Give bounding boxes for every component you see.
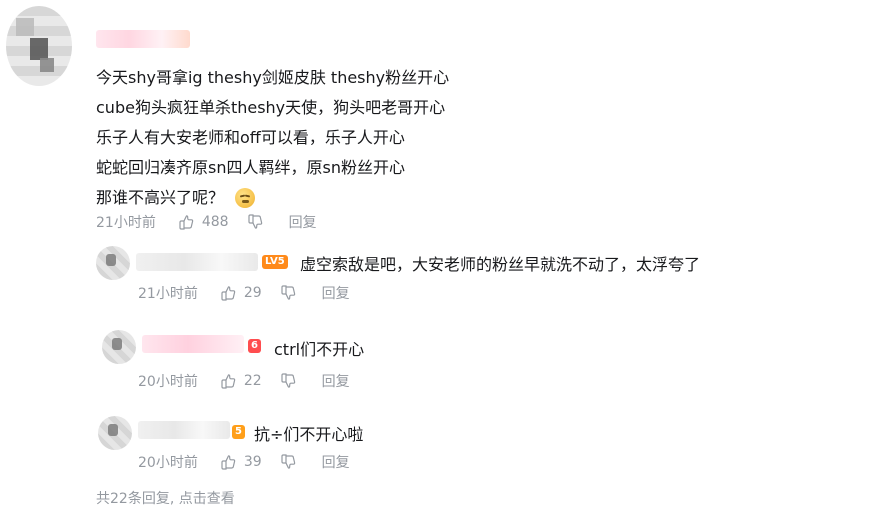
main-avatar[interactable]	[6, 6, 72, 86]
view-all-replies-link[interactable]: 共22条回复, 点击查看	[96, 488, 235, 508]
thumbs-up-icon	[179, 215, 194, 230]
like-button[interactable]: 22	[220, 373, 280, 389]
thumbs-down-icon	[281, 454, 295, 469]
level-badge: 5	[232, 425, 245, 439]
reply-button[interactable]: 回复	[322, 371, 350, 391]
thumbs-up-icon	[221, 374, 236, 389]
like-count: 488	[201, 214, 229, 230]
dislike-button[interactable]	[280, 373, 304, 389]
reply-username-blurred[interactable]	[142, 335, 244, 353]
reply-text: 虚空索敌是吧，大安老师的粉丝早就洗不动了，太浮夸了	[300, 255, 701, 274]
thumbs-down-icon	[281, 285, 295, 300]
avatar-mosaic-block	[108, 424, 118, 436]
thumbs-up-icon	[221, 286, 236, 301]
thumbs-down-icon	[281, 373, 295, 388]
avatar-mosaic-block	[106, 254, 116, 266]
dislike-button[interactable]	[280, 454, 304, 470]
main-comment-line-with-emoji: 那谁不高兴了呢？	[96, 183, 836, 213]
reply-text: ctrl们不开心	[274, 340, 365, 359]
like-button[interactable]: 29	[220, 285, 280, 301]
reply-avatar[interactable]	[102, 330, 136, 364]
main-comment-line: 乐子人有大安老师和off可以看，乐子人开心	[96, 128, 405, 147]
dislike-button[interactable]	[247, 214, 271, 230]
level-badge: LV5	[262, 255, 288, 269]
reply-username-blurred[interactable]	[138, 421, 230, 439]
like-button[interactable]: 488	[178, 214, 247, 230]
reply-time: 20小时前	[138, 455, 198, 471]
reply-meta: 21小时前 29 回复	[138, 283, 350, 303]
reply-avatar[interactable]	[98, 416, 132, 450]
main-comment-content: 今天shy哥拿ig theshy剑姬皮肤 theshy粉丝开心 cube狗头疯狂…	[96, 63, 836, 213]
reply-button[interactable]: 回复	[289, 212, 317, 232]
avatar-mosaic-block	[112, 338, 122, 350]
thumbs-up-icon	[221, 455, 236, 470]
reply-button[interactable]: 回复	[322, 452, 350, 472]
like-count: 22	[243, 373, 262, 389]
reply-time: 20小时前	[138, 374, 198, 390]
like-button[interactable]: 39	[220, 454, 280, 470]
thinking-face-icon	[235, 187, 256, 208]
main-comment-line: 那谁不高兴了呢？	[96, 188, 225, 207]
level-badge: 6	[248, 339, 261, 353]
reply-avatar[interactable]	[96, 246, 130, 280]
main-username-blurred[interactable]	[96, 30, 190, 48]
reply-time: 21小时前	[138, 286, 198, 302]
reply-meta: 20小时前 39 回复	[138, 452, 350, 472]
avatar-mosaic-block	[30, 38, 48, 60]
reply-meta: 20小时前 22 回复	[138, 371, 350, 391]
main-comment-meta: 21小时前 488 回复	[96, 212, 317, 232]
reply-button[interactable]: 回复	[322, 283, 350, 303]
reply-username-blurred[interactable]	[136, 253, 258, 271]
main-comment-line: cube狗头疯狂单杀theshy天使，狗头吧老哥开心	[96, 98, 446, 117]
main-comment-line: 蛇蛇回归凑齐原sn四人羁绊，原sn粉丝开心	[96, 158, 405, 177]
thumbs-down-icon	[247, 214, 262, 229]
main-comment-time: 21小时前	[96, 215, 156, 231]
avatar-mosaic-block	[40, 58, 54, 72]
like-count: 29	[243, 285, 262, 301]
avatar-mosaic-block	[16, 18, 34, 36]
main-comment-line: 今天shy哥拿ig theshy剑姬皮肤 theshy粉丝开心	[96, 68, 450, 87]
like-count: 39	[243, 454, 262, 470]
dislike-button[interactable]	[280, 285, 304, 301]
reply-text: 抗÷们不开心啦	[254, 425, 364, 444]
